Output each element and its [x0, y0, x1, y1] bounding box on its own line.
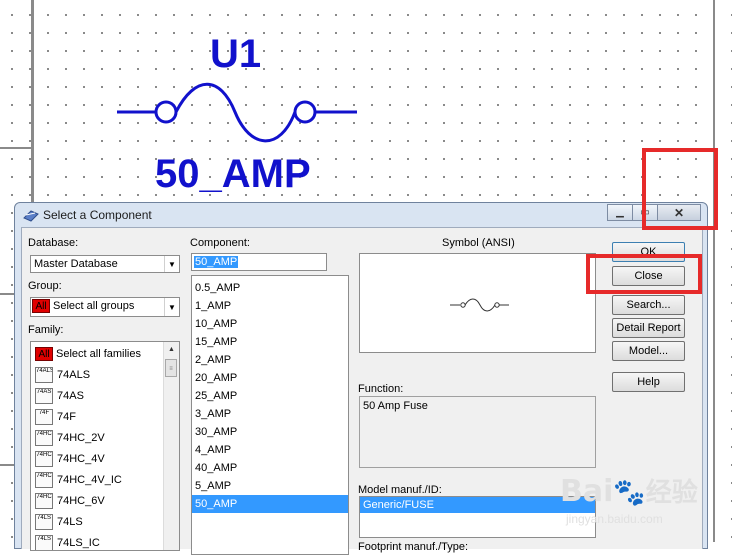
component-item[interactable]: 50_AMP: [192, 495, 348, 513]
scroll-thumb[interactable]: ≡: [165, 359, 177, 377]
component-input[interactable]: 50_AMP: [191, 253, 327, 271]
database-select[interactable]: Master Database ▼: [30, 255, 180, 273]
watermark-brand: Bai: [560, 474, 614, 509]
component-list[interactable]: 0.5_AMP 1_AMP 10_AMP 15_AMP 2_AMP 20_AMP 25_AM…: [191, 275, 349, 555]
baidu-watermark: Bai🐾经验: [560, 474, 698, 509]
group-value: Select all groups: [53, 299, 135, 312]
chevron-down-icon[interactable]: ▼: [164, 256, 179, 272]
database-label: Database:: [28, 237, 79, 249]
component-value[interactable]: 50_AMP: [155, 152, 311, 197]
component-item[interactable]: 1_AMP: [192, 297, 348, 315]
component-item[interactable]: 3_AMP: [192, 405, 348, 423]
family-item-label: Select all families: [56, 347, 141, 360]
component-label: Component:: [190, 237, 250, 249]
family-label: Family:: [28, 324, 64, 336]
component-item[interactable]: 20_AMP: [192, 369, 348, 387]
family-item[interactable]: 74LS 74LS: [31, 511, 179, 532]
chip-icon: 74F: [35, 408, 53, 425]
chip-icon: 74HC: [35, 429, 53, 446]
fuse-symbol-icon: [450, 298, 509, 312]
chip-icon: 74HC: [35, 492, 53, 509]
watermark-brand-cn: 经验: [645, 478, 698, 508]
all-badge-icon: All: [35, 346, 53, 361]
chip-icon: 74HC: [35, 450, 53, 467]
dialog-titlebar[interactable]: Select a Component ▁ ▭ ✕: [15, 203, 707, 227]
scroll-up-icon[interactable]: ▲: [165, 343, 178, 356]
model-button[interactable]: Model...: [612, 341, 685, 361]
group-select[interactable]: All Select all groups ▼: [30, 297, 180, 317]
dialog-title: Select a Component: [43, 208, 152, 222]
component-item[interactable]: 40_AMP: [192, 459, 348, 477]
fuse-symbol[interactable]: [115, 80, 360, 150]
family-item[interactable]: 74HC 74HC_4V_IC: [31, 469, 179, 490]
family-item-label: 74HC_4V_IC: [57, 473, 122, 486]
help-button[interactable]: Help: [612, 372, 685, 392]
family-item[interactable]: All Select all families: [31, 343, 179, 364]
component-item[interactable]: 15_AMP: [192, 333, 348, 351]
family-item-label: 74HC_6V: [57, 494, 105, 507]
family-item-label: 74F: [57, 410, 76, 423]
family-item[interactable]: 74HC 74HC_6V: [31, 490, 179, 511]
component-item[interactable]: 30_AMP: [192, 423, 348, 441]
family-item-label: 74ALS: [57, 368, 91, 381]
chevron-down-icon[interactable]: ▼: [164, 298, 179, 316]
family-item[interactable]: 74HC 74HC_4V: [31, 448, 179, 469]
component-item[interactable]: 5_AMP: [192, 477, 348, 495]
component-reference[interactable]: U1: [210, 32, 261, 77]
function-box: 50 Amp Fuse: [359, 396, 596, 468]
family-item-label: 74HC_4V: [57, 452, 105, 465]
model-label: Model manuf./ID:: [358, 484, 442, 496]
family-item-label: 74LS: [57, 515, 83, 528]
minimize-button[interactable]: ▁: [607, 204, 633, 221]
footprint-label: Footprint manuf./Type:: [358, 541, 469, 553]
family-item-label: 74HC_2V: [57, 431, 105, 444]
function-label: Function:: [358, 383, 404, 395]
highlight-window-close: [642, 148, 718, 230]
highlight-close-button: [586, 254, 702, 294]
group-label: Group:: [28, 280, 62, 292]
database-value: Master Database: [34, 258, 118, 270]
minimize-icon: ▁: [616, 207, 624, 218]
component-input-value: 50_AMP: [194, 256, 239, 268]
schematic-wire: [0, 147, 32, 149]
chip-icon: 74HC: [35, 471, 53, 488]
family-item[interactable]: 74HC 74HC_2V: [31, 427, 179, 448]
component-item[interactable]: 2_AMP: [192, 351, 348, 369]
multisim-icon: [23, 210, 39, 222]
family-item-label: 74LS_IC: [57, 536, 100, 549]
chip-icon: 74LS: [35, 513, 53, 530]
family-list[interactable]: All Select all families 74ALS 74ALS 74AS 74AS…: [30, 341, 180, 551]
family-item[interactable]: 74AS 74AS: [31, 385, 179, 406]
watermark-url: jingyan.baidu.com: [566, 512, 663, 526]
component-item[interactable]: 10_AMP: [192, 315, 348, 333]
chip-icon: 74LS: [35, 534, 53, 550]
symbol-label: Symbol (ANSI): [442, 237, 515, 249]
schematic-border-right: [713, 0, 715, 542]
component-item[interactable]: 0.5_AMP: [192, 279, 348, 297]
family-item[interactable]: 74ALS 74ALS: [31, 364, 179, 385]
component-item[interactable]: 25_AMP: [192, 387, 348, 405]
chip-icon: 74AS: [35, 387, 53, 404]
family-item-label: 74AS: [57, 389, 84, 402]
search-button[interactable]: Search...: [612, 295, 685, 315]
family-scrollbar[interactable]: ▲ ≡: [163, 342, 179, 550]
family-item[interactable]: 74F 74F: [31, 406, 179, 427]
component-item[interactable]: 4_AMP: [192, 441, 348, 459]
symbol-preview: [359, 253, 596, 353]
detail-report-button[interactable]: Detail Report: [612, 318, 685, 338]
chip-icon: 74ALS: [35, 366, 53, 383]
function-value: 50 Amp Fuse: [363, 400, 428, 412]
all-badge-icon: All: [32, 299, 50, 313]
